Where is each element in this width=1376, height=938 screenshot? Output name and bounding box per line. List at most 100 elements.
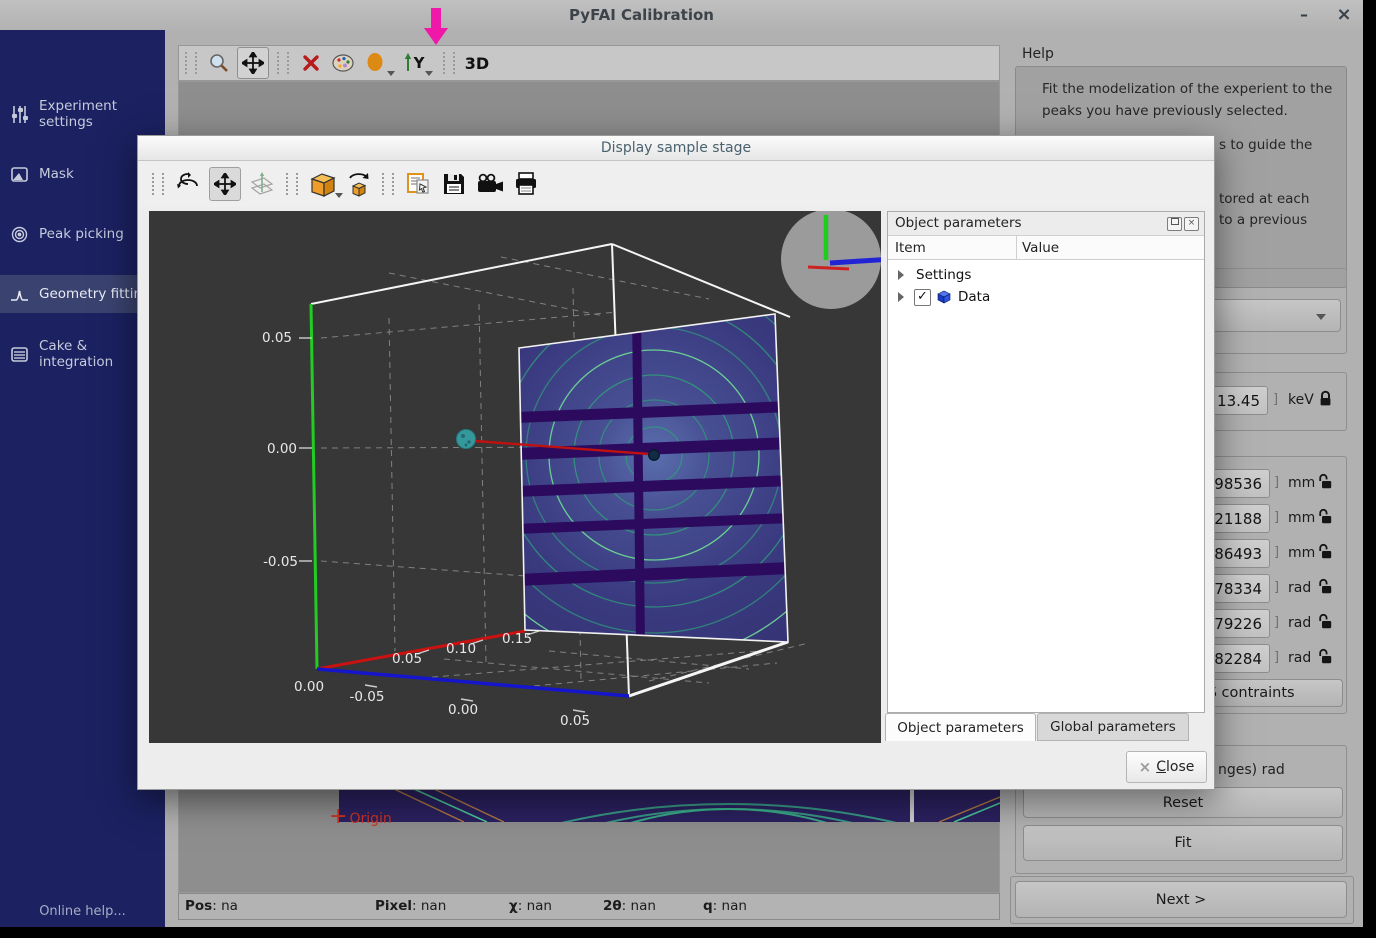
unit-label: mm — [1288, 475, 1315, 491]
minimize-button[interactable]: – — [1290, 3, 1318, 27]
pan-tool-button[interactable] — [237, 47, 269, 79]
orientation-indicator — [781, 211, 881, 309]
pan-arrows-icon — [242, 52, 264, 74]
status-bar: Pos: na Pixel: nan χ: nan 2θ: nan q: nan — [178, 893, 1000, 920]
copy-snapshot-button[interactable] — [403, 167, 433, 201]
beam-center-dot — [649, 450, 659, 460]
toolbar-handle[interactable] — [443, 52, 455, 74]
colormap-button[interactable] — [329, 47, 357, 79]
printer-icon — [513, 171, 539, 197]
open-3d-view-button[interactable]: 3D — [463, 47, 491, 79]
column-item: Item — [895, 240, 926, 256]
up-arrow-icon — [402, 53, 414, 73]
panel-header: Object parameters × — [888, 212, 1204, 235]
unit-label: mm — [1288, 545, 1315, 561]
column-divider[interactable] — [1016, 236, 1017, 260]
dialog-toolbar — [138, 161, 1214, 207]
clipboard-copy-icon — [405, 171, 431, 197]
close-panel-icon[interactable]: × — [1184, 217, 1199, 231]
clear-button[interactable] — [297, 47, 325, 79]
toolbar-handle[interactable] — [152, 173, 164, 195]
lock-open-icon[interactable] — [1318, 543, 1333, 560]
red-x-icon — [301, 53, 321, 73]
unit-label: mm — [1288, 510, 1315, 526]
svg-text:0.00: 0.00 — [294, 679, 324, 695]
chevron-down-icon — [1316, 314, 1326, 320]
dialog-titlebar[interactable]: Display sample stage — [138, 136, 1214, 161]
sidebar-item-label: Experiment settings — [39, 98, 165, 130]
expand-arrow-icon[interactable] — [898, 292, 904, 302]
toolbar-handle[interactable] — [185, 52, 197, 74]
lock-open-icon[interactable] — [1318, 578, 1333, 595]
object-parameters-panel: Object parameters × Item Value Settings … — [887, 211, 1205, 713]
pan-tool-button[interactable] — [209, 167, 241, 201]
expand-arrow-icon[interactable] — [898, 270, 904, 280]
save-button[interactable] — [439, 167, 469, 201]
spin-bracket: ] — [1274, 615, 1279, 630]
status-2theta: 2θ: nan — [603, 898, 656, 914]
fit-button[interactable]: Fit — [1023, 825, 1343, 861]
pyfai-main-window: PyFAI Calibration – × Experiment setting… — [0, 0, 1363, 927]
floppy-save-icon — [442, 172, 466, 196]
magnifier-icon — [208, 52, 230, 74]
cut-plane-icon — [249, 172, 275, 196]
tree-row-settings[interactable]: Settings — [888, 264, 1204, 286]
spin-bracket: ] — [1274, 580, 1279, 595]
tab-global-parameters[interactable]: Global parameters — [1037, 713, 1189, 741]
tab-object-parameters[interactable]: Object parameters — [885, 713, 1036, 741]
plane-tool-button[interactable] — [247, 167, 277, 201]
visibility-checkbox[interactable]: ✓ — [914, 289, 931, 306]
toolbar-handle[interactable] — [277, 52, 289, 74]
y-axis-label: Y — [414, 54, 425, 72]
zoom-tool-button[interactable] — [205, 47, 233, 79]
float-panel-icon[interactable] — [1167, 217, 1182, 231]
column-value: Value — [1022, 240, 1059, 256]
green-y-axis — [311, 304, 317, 669]
close-x-icon: × — [1139, 758, 1152, 776]
dialog-close-button[interactable]: × Close — [1126, 751, 1207, 783]
spin-bracket: ] — [1274, 510, 1279, 525]
spin-bracket: ] — [1273, 392, 1278, 407]
main-plot-toolbar: Y 3D — [178, 45, 1000, 81]
small-cube-rotate-icon — [344, 170, 372, 198]
view-cube-button[interactable] — [307, 167, 337, 201]
range-label-fragment: nges) rad — [1218, 762, 1285, 778]
lock-open-icon[interactable] — [1318, 473, 1333, 490]
online-help-link[interactable]: Online help... — [0, 904, 165, 919]
lock-open-icon[interactable] — [1318, 648, 1333, 665]
tree-row-data[interactable]: ✓ Data — [888, 286, 1204, 308]
3d-viewport[interactable]: 0.05 0.00 -0.05 0.05 0.10 0.15 0.00 -0.0… — [149, 211, 881, 743]
status-pixel: Pixel: nan — [375, 898, 446, 914]
rotate-tool-button[interactable] — [173, 167, 203, 201]
lock-closed-icon[interactable] — [1318, 390, 1333, 407]
toolbar-handle[interactable] — [286, 173, 298, 195]
status-q: q: nan — [703, 898, 747, 914]
window-titlebar: PyFAI Calibration – × — [0, 0, 1363, 30]
record-video-button[interactable] — [475, 167, 505, 201]
sidebar-item-experiment-settings[interactable]: Experiment settings — [0, 95, 165, 133]
svg-text:0.00: 0.00 — [267, 441, 297, 457]
spin-bracket: ] — [1274, 475, 1279, 490]
close-button[interactable]: × — [1330, 3, 1358, 27]
next-button[interactable]: Next > — [1015, 881, 1347, 918]
reset-button[interactable]: Reset — [1023, 787, 1343, 818]
status-pos: Pos: na — [185, 898, 238, 914]
y-axis-orientation-button[interactable]: Y — [399, 47, 427, 79]
svg-text:0.00: 0.00 — [448, 702, 478, 718]
marker-style-button[interactable] — [361, 47, 389, 79]
help-panel-title: Help — [1022, 46, 1054, 62]
chevron-down-icon — [387, 71, 395, 76]
svg-text:0.15: 0.15 — [502, 631, 532, 647]
sliders-icon — [10, 105, 29, 124]
toolbar-handle[interactable] — [382, 173, 394, 195]
rotate-cube-button[interactable] — [343, 167, 373, 201]
mask-icon — [10, 165, 29, 184]
sidebar-item-label: Geometry fitting — [39, 286, 151, 302]
lock-open-icon[interactable] — [1318, 508, 1333, 525]
video-camera-icon — [475, 173, 505, 195]
print-button[interactable] — [511, 167, 541, 201]
svg-text:-0.05: -0.05 — [263, 554, 298, 570]
panel-title: Object parameters — [895, 215, 1022, 231]
energy-unit-label: keV — [1288, 392, 1314, 408]
lock-open-icon[interactable] — [1318, 613, 1333, 630]
